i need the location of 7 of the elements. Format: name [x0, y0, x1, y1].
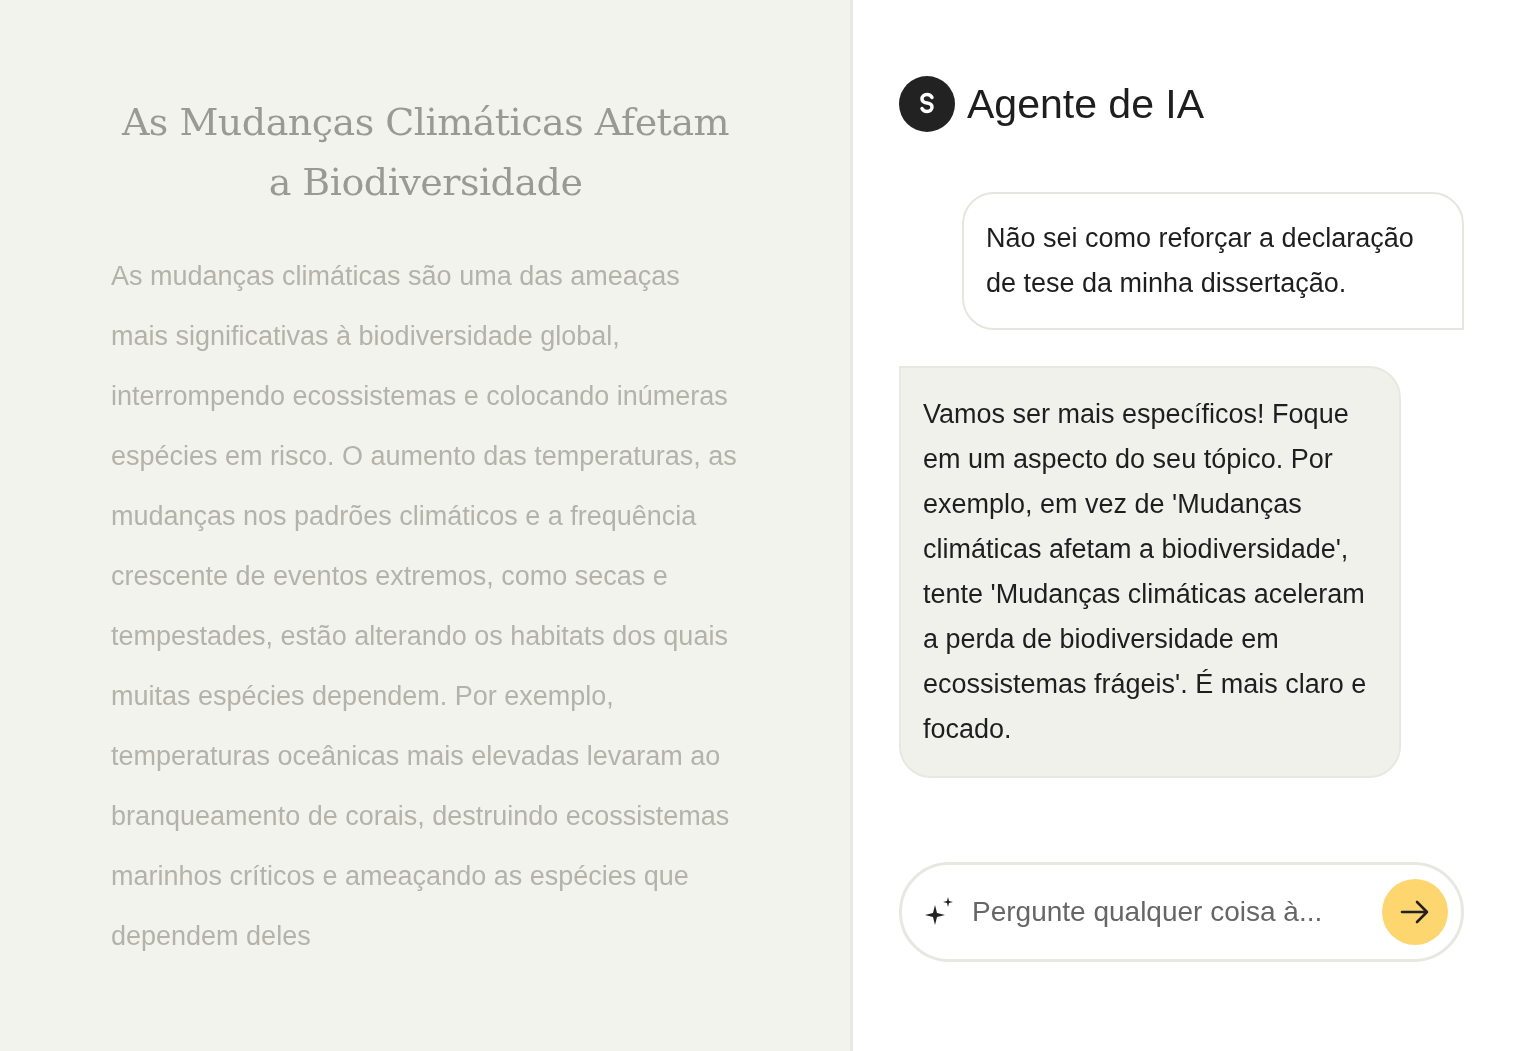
document-title: As Mudanças Climáticas Afetam a Biodiversidade: [120, 99, 731, 206]
logo-icon: [899, 76, 955, 132]
chat-title: Agente de IA: [967, 80, 1205, 128]
agent-message: Vamos ser mais específicos! Foque em um aspecto do seu tópico. Por exemplo, em vez de 'Mudanças climáticas afetam a biodiversidade', tente 'Mudanças climáticas aceleram a perda de biodiversidade em ecossistemas frágeis'. É mais claro e focado.: [899, 366, 1401, 778]
document-paragraph: As mudanças climáticas são uma das ameaças mais significativas à biodiversidade global, interrompendo ecossistemas e colocando inúmeras espécies em risco. O aumento das temperaturas, as mudanças nos padrões climáticos e a frequência crescente de eventos extremos, como secas e tempestades, estão alterando os habitats dos quais muitas espécies dependem. Por exemplo, temperaturas oceânicas mais elevadas levaram ao branqueamento de corais, destruindo ecossistemas marinhos críticos e ameaçando as espécies que dependem deles: [111, 260, 738, 953]
message-input[interactable]: Pergunte qualquer coisa à...: [899, 862, 1464, 962]
user-message: Não sei como reforçar a declaração de tese da minha dissertação.: [962, 192, 1464, 330]
